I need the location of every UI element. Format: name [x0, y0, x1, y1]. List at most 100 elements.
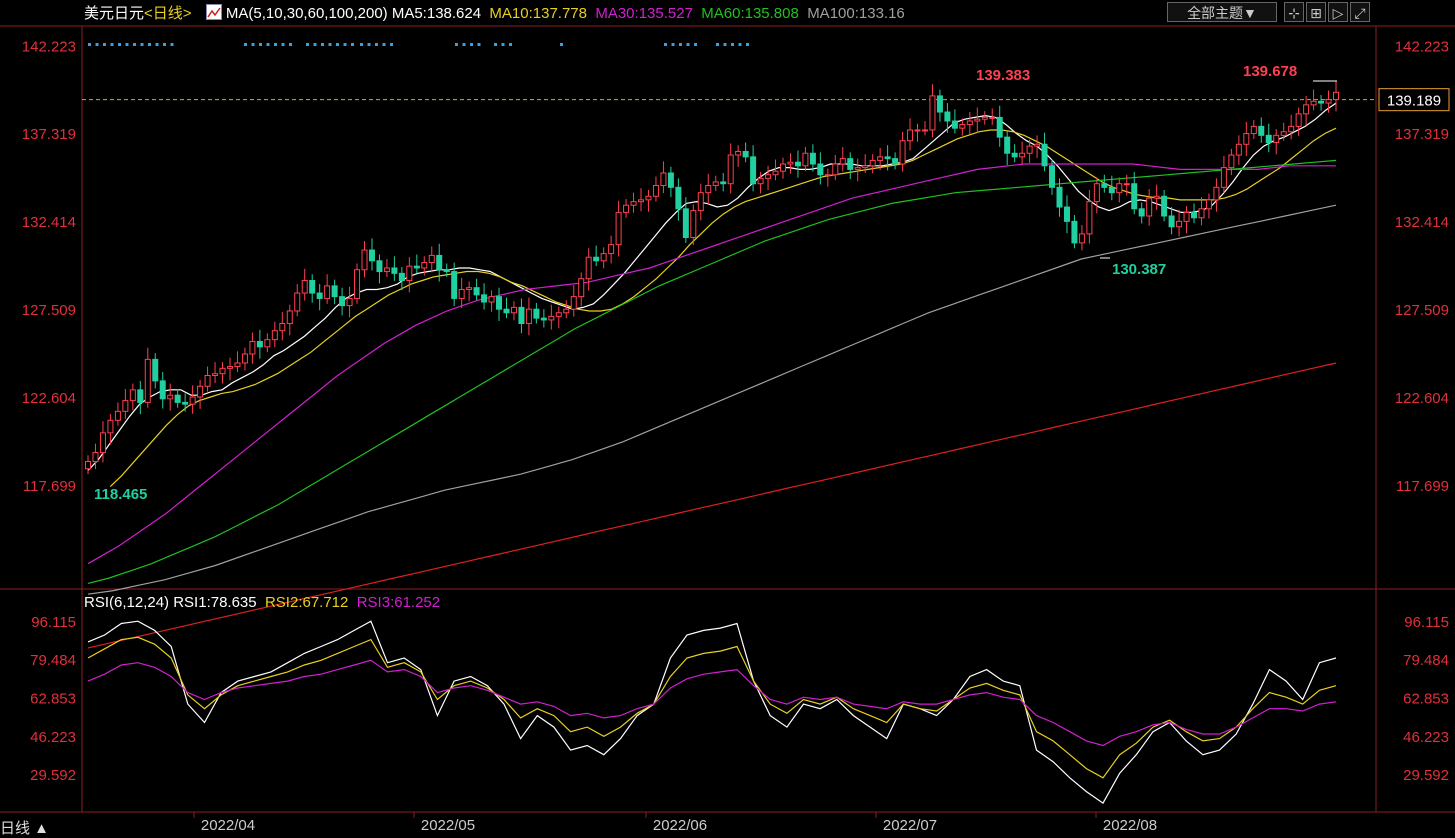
ma60-value: MA60:135.808 — [701, 5, 799, 22]
candle-body — [578, 278, 585, 298]
price-tick-right: 117.699 — [1396, 478, 1449, 495]
candle-body — [286, 310, 293, 325]
signal-dot — [367, 43, 371, 46]
high-annotation: 139.383 — [976, 67, 1030, 84]
candle-body — [1146, 197, 1153, 217]
signal-dot — [501, 43, 505, 46]
candle-body — [1153, 195, 1160, 199]
signal-dot — [266, 43, 270, 46]
rsi-tick-right: 46.223 — [1403, 729, 1449, 746]
candle-body — [1086, 201, 1093, 235]
candle-body — [750, 156, 757, 185]
candle-body — [1063, 206, 1070, 222]
signal-dot — [321, 43, 324, 46]
date-tick-label: 2022/06 — [653, 817, 707, 834]
candle-body — [1318, 100, 1325, 104]
candle-body — [623, 204, 630, 213]
candle-body — [779, 163, 786, 172]
candle-body — [951, 120, 958, 129]
candle-body — [877, 156, 884, 161]
signal-dot — [289, 43, 292, 46]
candle-body — [1325, 98, 1332, 104]
ma-icon[interactable] — [205, 4, 222, 20]
rsi1-value: RSI1:78.635 — [173, 594, 257, 611]
period-selector[interactable]: 日线 ▲ — [0, 817, 49, 838]
signal-dot — [133, 43, 136, 46]
grid-icon[interactable]: ⊞ — [1306, 2, 1326, 22]
candle-body — [1303, 104, 1310, 115]
candle-body — [944, 111, 951, 122]
candle-body — [1168, 215, 1175, 228]
candle-body — [720, 181, 727, 185]
theme-dropdown[interactable]: 全部主题▼ — [1167, 2, 1277, 22]
price-tick-left: 132.414 — [22, 214, 76, 231]
rsi-tick-right: 29.592 — [1403, 767, 1449, 784]
chart-header: 美元日元<日线> MA(5,10,30,60,100,200) MA5:138.… — [84, 3, 905, 25]
date-tick-label: 2022/08 — [1103, 817, 1157, 834]
signal-dot — [746, 43, 749, 46]
candle-body — [271, 330, 278, 341]
candle-body — [921, 129, 928, 132]
candle-body — [1011, 152, 1018, 158]
crosshair-icon[interactable]: ⊹ — [1284, 2, 1304, 22]
candle-body — [907, 129, 914, 142]
candle-body — [1071, 220, 1078, 244]
candle-body — [936, 95, 943, 113]
date-tick-label: 2022/05 — [421, 817, 475, 834]
candle-body — [413, 265, 420, 269]
candle-body — [660, 172, 667, 187]
signal-dot — [351, 43, 354, 46]
candle-body — [1049, 165, 1056, 188]
ma100-value: MA100:133.16 — [807, 5, 905, 22]
signal-dot — [251, 43, 255, 46]
candle-body — [1176, 220, 1183, 228]
expand-icon[interactable]: ⤢ — [1350, 2, 1370, 22]
candle-body — [1310, 100, 1317, 106]
candle-body — [1228, 154, 1235, 169]
candle-body — [174, 394, 181, 403]
rsi-line-rsi3 — [87, 659, 1337, 747]
ma5-value: MA5:138.624 — [391, 5, 482, 22]
price-chart[interactable]: 142.223 142.223 137.319 137.319 132.414 132.4… — [0, 0, 1455, 838]
rsi-line-rsi1 — [87, 620, 1337, 804]
ma-params: MA(5,10,30,60,100,200) — [225, 5, 388, 22]
candle-body — [794, 161, 801, 167]
candle-body — [959, 124, 966, 129]
candle-body — [316, 292, 323, 299]
candle-body — [204, 375, 211, 387]
candle-body — [757, 177, 764, 185]
candle-body — [1205, 199, 1212, 210]
candle-body — [966, 120, 973, 126]
ma30-value: MA30:135.527 — [595, 5, 693, 22]
price-annotations: 139.383 139.678 130.387 118.465 — [94, 63, 1337, 503]
signal-dot — [259, 43, 262, 46]
signal-dot — [509, 43, 512, 46]
candle-body — [473, 287, 480, 296]
signal-dot — [731, 43, 734, 46]
signal-dot — [679, 43, 682, 46]
candle-body — [518, 306, 525, 325]
candle-body — [219, 367, 226, 375]
signal-dot — [306, 43, 309, 46]
signal-dot — [313, 43, 317, 46]
rsi-tick-left: 29.592 — [30, 767, 76, 784]
signal-dot — [494, 43, 497, 46]
candle-body — [1026, 145, 1033, 154]
ma10-value: MA10:137.778 — [489, 5, 587, 22]
period-label[interactable]: <日线> — [144, 5, 192, 22]
replay-icon[interactable]: ▷ — [1328, 2, 1348, 22]
candle-body — [1056, 186, 1063, 208]
candle-body — [563, 308, 570, 314]
candle-body — [981, 116, 988, 120]
candle-body — [1183, 211, 1190, 222]
candle-body — [1034, 143, 1041, 147]
candle-body — [1213, 186, 1220, 201]
signal-dot — [140, 43, 144, 46]
candle-body — [294, 292, 301, 312]
candle-body — [548, 315, 555, 321]
candle-body — [488, 296, 495, 303]
signal-dot — [462, 43, 466, 46]
candle-body — [234, 362, 241, 368]
candle-body — [727, 154, 734, 185]
date-axis-labels: 2022/04 2022/05 2022/06 2022/07 2022/08 — [193, 812, 1157, 834]
